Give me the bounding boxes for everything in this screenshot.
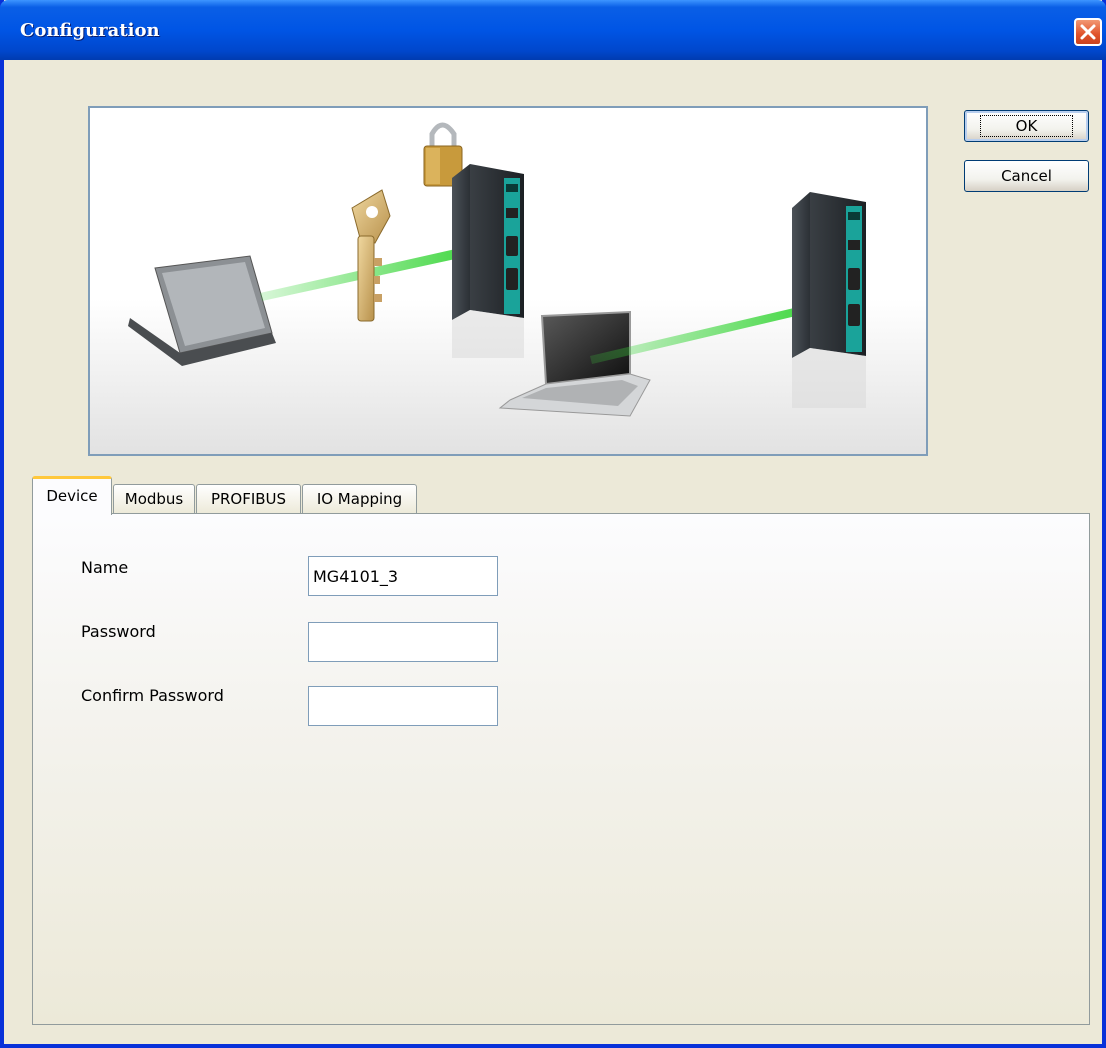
tab-io-mapping[interactable]: IO Mapping [302, 484, 417, 514]
close-button[interactable] [1074, 18, 1102, 46]
banner-image [88, 106, 928, 456]
ok-button[interactable]: OK [964, 110, 1089, 142]
close-icon [1080, 24, 1096, 40]
tab-device[interactable]: Device [32, 476, 112, 515]
password-input[interactable] [308, 622, 498, 662]
name-label: Name [81, 558, 129, 577]
ok-button-label: OK [979, 115, 1074, 137]
device-tab-panel: Name Password Confirm Password [32, 513, 1090, 1025]
laptop-icon [128, 255, 276, 366]
confirm-password-label: Confirm Password [81, 686, 224, 705]
key-icon [351, 189, 391, 322]
confirm-password-input[interactable] [308, 686, 498, 726]
window-title: Configuration [20, 20, 160, 41]
title-bar[interactable]: Configuration [0, 0, 1106, 60]
name-input[interactable] [308, 556, 498, 596]
gateway-device-icon [792, 192, 866, 408]
cancel-button[interactable]: Cancel [964, 160, 1089, 192]
tab-modbus[interactable]: Modbus [113, 484, 195, 514]
password-label: Password [81, 622, 156, 641]
gateway-device-icon [452, 164, 524, 358]
tab-profibus[interactable]: PROFIBUS [196, 484, 301, 514]
